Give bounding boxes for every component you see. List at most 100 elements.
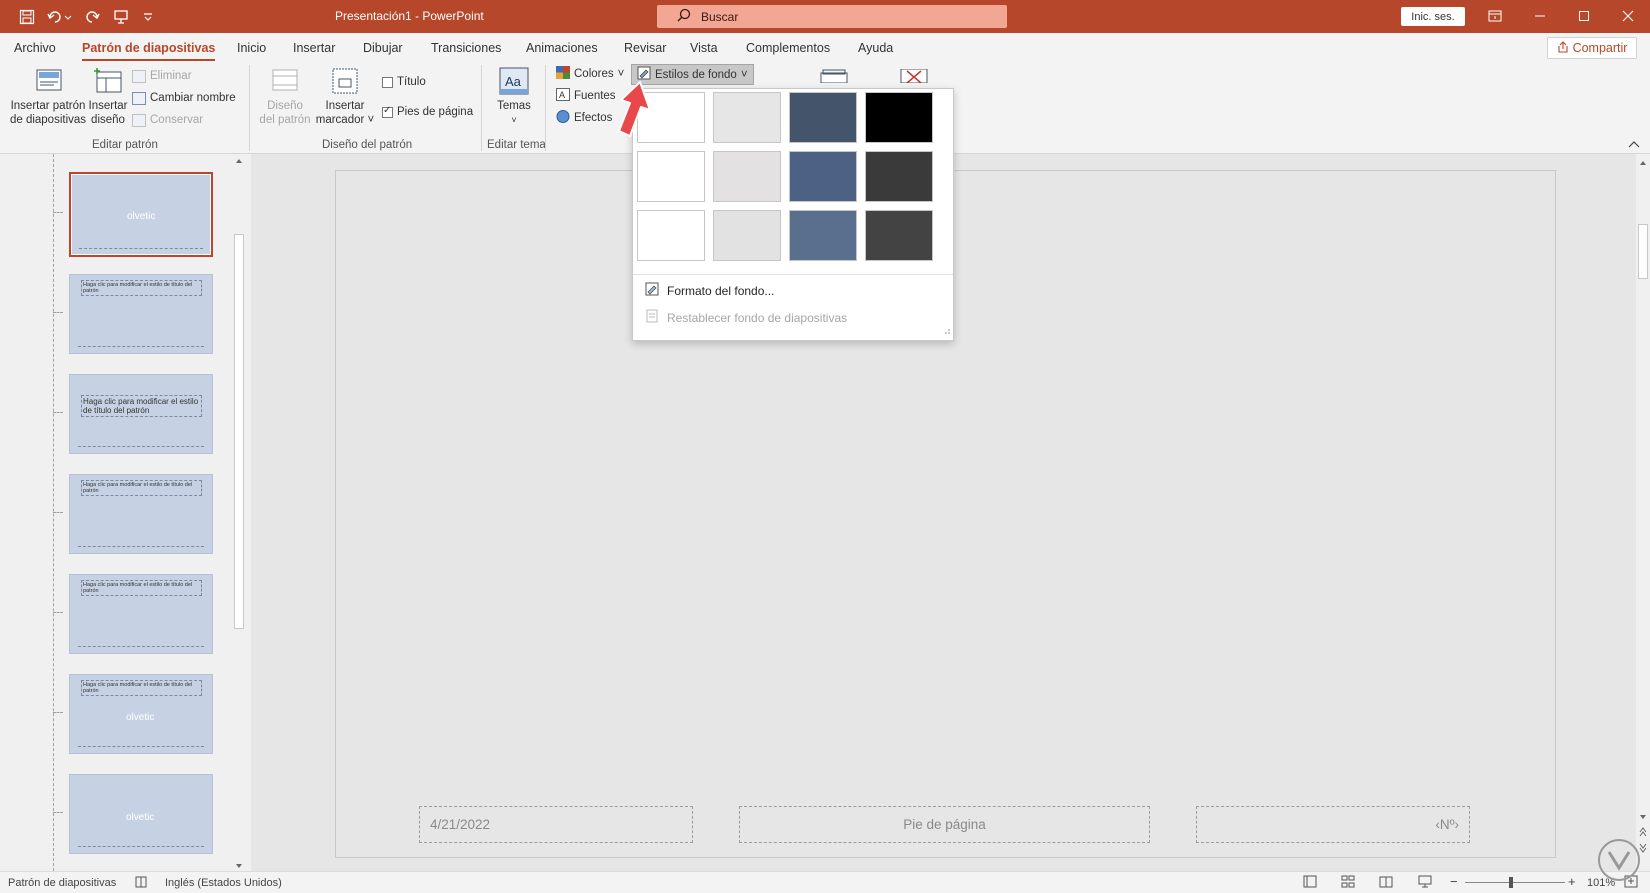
canvas-scrollbar[interactable] [1636,154,1650,871]
signin-button[interactable]: Inic. ses. [1401,7,1465,26]
slide-thumbnail[interactable]: Haga clic para modificar el estilo de tí… [69,374,213,454]
slide-thumbnail[interactable]: Haga clic para modificar el estilo de tí… [69,674,213,754]
bg-style-swatch[interactable] [865,151,933,202]
colors-label: Colores [574,68,614,80]
group-separator [545,65,546,151]
slide-thumbnail[interactable]: Haga clic para modificar el estilo de tí… [69,274,213,354]
close-master-view-icon[interactable] [898,68,930,87]
tab-complementos[interactable]: Complementos [746,41,830,55]
footer-checkbox-label: Pies de página [397,106,474,118]
tab-dibujar[interactable]: Dibujar [363,41,403,55]
customize-qat-icon[interactable] [140,6,156,28]
bg-style-swatch[interactable] [713,210,781,261]
tab-revisar[interactable]: Revisar [624,41,666,55]
scroll-up-icon[interactable] [235,154,243,168]
slide-number-placeholder[interactable]: ‹Nº› [1196,806,1470,843]
footer-checkbox[interactable]: Pies de página [382,103,473,121]
insert-master-button[interactable]: Insertar patrón de diapositivas [8,67,88,127]
resize-grip-icon[interactable] [944,323,950,337]
slide-thumbnail[interactable]: olvetic [69,774,213,854]
format-background-label: Formato del fondo... [667,283,775,298]
master-layout-button[interactable]: Diseño del patrón [258,67,312,127]
collapse-ribbon-icon[interactable] [1628,137,1640,151]
pointer-arrow-icon [610,80,654,143]
preserve-button[interactable]: Conservar [132,111,203,129]
share-label: Compartir [1572,41,1628,55]
proofing-icon[interactable] [134,875,148,892]
scrollbar-thumb[interactable] [1638,224,1648,279]
search-box[interactable]: Buscar [657,5,1007,28]
zoom-in-icon[interactable]: + [1568,874,1576,889]
normal-view-icon[interactable] [1303,875,1317,891]
tab-archivo[interactable]: Archivo [14,41,56,55]
tab-inicio[interactable]: Inicio [237,41,266,55]
menu-divider [633,274,953,275]
presentation-icon[interactable] [110,6,132,28]
tab-insertar[interactable]: Insertar [293,41,335,55]
delete-button[interactable]: Eliminar [132,67,192,85]
format-background-menu-item[interactable]: Formato del fondo... [645,282,774,299]
reset-background-icon [645,309,659,326]
status-bar: Patrón de diapositivas Inglés (Estados U… [0,871,1650,893]
title-checkbox-box[interactable] [382,76,393,88]
share-button[interactable]: Compartir [1547,37,1637,59]
zoom-slider-thumb[interactable] [1509,877,1513,888]
effects-icon [556,110,570,126]
language-status[interactable]: Inglés (Estados Unidos) [165,877,282,889]
slide-thumbnail[interactable]: Haga clic para modificar el estilo de tí… [69,474,213,554]
bg-style-swatch[interactable] [789,210,857,261]
ribbon-display-icon[interactable] [1475,5,1515,27]
date-placeholder[interactable]: 4/21/2022 [419,806,693,843]
minimize-icon[interactable] [1520,5,1560,27]
reading-view-icon[interactable] [1379,875,1393,891]
bg-style-swatch[interactable] [713,151,781,202]
tab-vista[interactable]: Vista [690,41,718,55]
effects-label: Efectos [574,112,613,124]
redo-icon[interactable] [82,6,104,28]
footer-placeholder[interactable]: Pie de página [739,806,1150,843]
tab-transiciones[interactable]: Transiciones [431,41,501,55]
scroll-down-icon[interactable] [1639,810,1647,824]
close-icon[interactable] [1608,5,1648,27]
hierarchy-tick [53,412,63,413]
slide-thumbnail[interactable]: Haga clic para modificar el estilo de tí… [69,574,213,654]
undo-icon[interactable] [44,6,74,28]
rename-button[interactable]: Cambiar nombre [132,89,236,107]
svg-text:Aa: Aa [505,74,522,89]
slideshow-icon[interactable] [1418,875,1432,891]
themes-icon: Aa [498,67,530,95]
bg-style-swatch[interactable] [789,92,857,143]
footer-checkbox-box[interactable] [382,105,393,118]
maximize-icon[interactable] [1564,5,1604,27]
tab-patron-diapositivas[interactable]: Patrón de diapositivas [82,41,216,62]
bg-style-swatch[interactable] [865,92,933,143]
themes-button[interactable]: Aa Temas ˅ [490,67,538,127]
format-background-icon [645,282,659,299]
bg-style-swatch[interactable] [713,92,781,143]
slide-sorter-icon[interactable] [1341,875,1355,891]
title-checkbox[interactable]: Título [382,73,426,91]
title-bar: Presentación1 - PowerPoint Buscar Inic. … [0,0,1650,33]
zoom-out-icon[interactable]: − [1450,874,1458,889]
effects-button[interactable]: Efectos [556,109,612,127]
fonts-button[interactable]: A Fuentes [556,87,616,105]
slide-thumbnail-pane: olvetic Haga clic para modificar el esti… [0,154,251,871]
thumbnail-scrollbar[interactable] [232,154,246,871]
save-icon[interactable] [16,6,38,28]
tab-animaciones[interactable]: Animaciones [526,41,598,55]
bg-style-swatch[interactable] [637,210,705,261]
chevron-down-icon: ˅ [617,68,625,80]
slide-thumbnail-master[interactable]: olvetic [69,172,213,257]
tab-ayuda[interactable]: Ayuda [858,41,893,55]
insert-layout-button[interactable]: Insertar diseño [88,67,128,127]
insert-placeholder-button[interactable]: Insertar marcador ˅ [314,67,376,127]
scrollbar-thumb[interactable] [234,234,244,629]
bg-style-swatch[interactable] [637,151,705,202]
chevron-down-icon: ˅ [364,114,375,126]
scroll-up-icon[interactable] [1639,156,1647,170]
reset-background-menu-item[interactable]: Restablecer fondo de diapositivas [645,309,847,326]
bg-style-swatch[interactable] [789,151,857,202]
zoom-slider[interactable] [1465,882,1565,883]
slide-size-icon[interactable] [818,69,850,87]
bg-style-swatch[interactable] [865,210,933,261]
